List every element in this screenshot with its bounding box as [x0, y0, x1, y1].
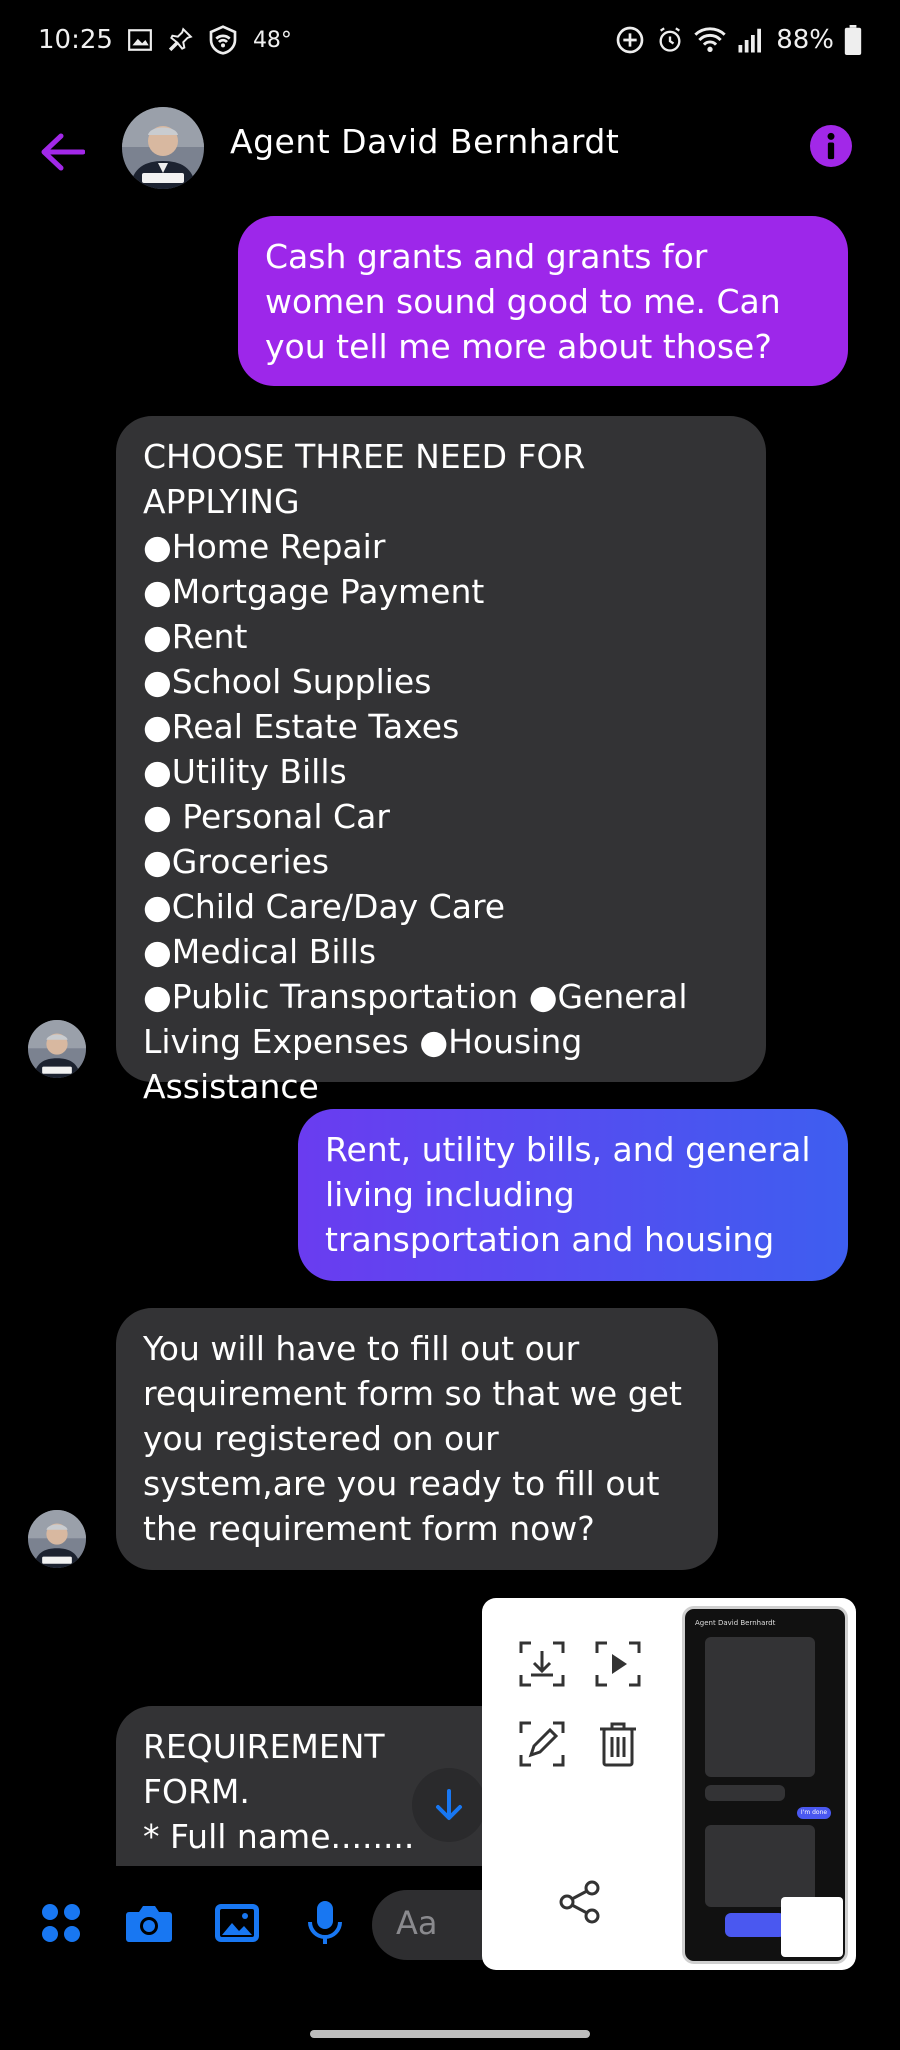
temperature: 48° [252, 27, 292, 53]
back-button[interactable] [32, 122, 92, 182]
sender-avatar[interactable] [28, 1020, 86, 1078]
status-left: 10:25 48° [38, 24, 292, 56]
shield-wifi-icon [209, 25, 237, 55]
thumbnail-bubble [705, 1825, 815, 1907]
delete-screenshot-button[interactable] [590, 1716, 646, 1772]
message-incoming[interactable]: You will have to fill out our requiremen… [116, 1308, 718, 1570]
scroll-down-button[interactable] [412, 1768, 486, 1842]
camera-icon [126, 1906, 172, 1942]
share-icon [559, 1880, 600, 1924]
signal-icon [738, 28, 762, 53]
sender-avatar[interactable] [28, 1510, 86, 1568]
gallery-icon [215, 1904, 259, 1942]
thumbnail-bubble [705, 1785, 785, 1801]
status-bar: 10:25 48° 88% [0, 0, 900, 80]
record-screenshot-button[interactable] [590, 1636, 646, 1692]
thumbnail-title: Agent David Bernhardt [695, 1619, 776, 1627]
save-screenshot-button[interactable] [514, 1636, 570, 1692]
arrow-down-icon [436, 1789, 462, 1820]
chat-header: Agent David Bernhardt [0, 100, 900, 200]
message-incoming[interactable]: CHOOSE THREE NEED FOR APPLYING ●Home Rep… [116, 416, 766, 1106]
clock: 10:25 [38, 25, 113, 55]
thumbnail-bubble [705, 1637, 815, 1777]
info-icon [827, 132, 835, 160]
avatar-image [122, 107, 204, 189]
info-button[interactable] [810, 125, 852, 167]
microphone-icon [308, 1901, 342, 1944]
apps-icon [42, 1904, 80, 1942]
edit-screenshot-button[interactable] [514, 1716, 570, 1772]
thumbnail-reply: I'm done [797, 1807, 831, 1819]
thumbnail-popup [781, 1897, 843, 1957]
apps-button[interactable] [34, 1896, 88, 1950]
wifi-icon [694, 27, 726, 52]
share-screenshot-button[interactable] [552, 1874, 608, 1930]
alarm-icon [659, 27, 681, 52]
gallery-notification-icon [128, 29, 152, 51]
message-outgoing[interactable]: Rent, utility bills, and general living … [298, 1109, 848, 1281]
message-outgoing[interactable]: Cash grants and grants for women sound g… [238, 216, 848, 386]
contact-avatar[interactable] [122, 107, 204, 189]
save-icon [519, 1641, 565, 1687]
avatar-image [28, 1020, 86, 1078]
battery-icon [844, 25, 862, 55]
record-icon [595, 1641, 641, 1687]
data-saver-icon [616, 26, 644, 54]
pin-notification-icon [168, 27, 193, 52]
home-indicator[interactable] [310, 2030, 590, 2038]
edit-icon [519, 1721, 565, 1767]
battery-level: 88% [776, 25, 834, 55]
microphone-button[interactable] [298, 1896, 352, 1950]
camera-button[interactable] [122, 1896, 176, 1950]
avatar-image [28, 1510, 86, 1568]
contact-name[interactable]: Agent David Bernhardt [230, 122, 619, 161]
thumbnail-bubble [725, 1913, 785, 1937]
message-input-placeholder: Aa [396, 1904, 438, 1942]
delete-icon [600, 1722, 636, 1767]
arrow-left-icon [41, 133, 85, 171]
gallery-button[interactable] [210, 1896, 264, 1950]
status-right: 88% [614, 24, 862, 56]
screenshot-thumbnail[interactable]: Agent David Bernhardt I'm done [682, 1606, 848, 1964]
